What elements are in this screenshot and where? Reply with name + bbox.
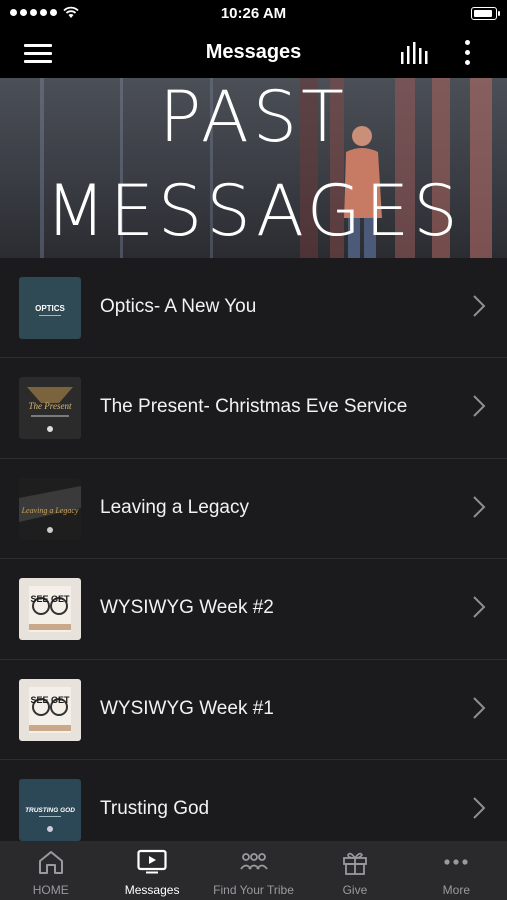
status-bar: 10:26 AM — [0, 0, 507, 28]
chevron-right-icon — [473, 496, 486, 518]
tab-messages[interactable]: Messages — [101, 841, 202, 900]
message-thumbnail: SEE GET — [19, 578, 81, 641]
svg-text:SEE GET: SEE GET — [30, 695, 70, 705]
chevron-right-icon — [473, 596, 486, 618]
message-thumbnail: OPTICS — [19, 277, 81, 339]
message-thumbnail: SEE GET — [19, 678, 81, 741]
message-thumbnail: TRUSTING GOD — [19, 778, 81, 841]
message-title: Leaving a Legacy — [100, 496, 249, 518]
chevron-right-icon — [473, 696, 486, 719]
home-icon — [38, 851, 63, 874]
tab-label: HOME — [32, 883, 69, 897]
message-thumbnail: Leaving a Legacy — [19, 477, 81, 540]
message-list-item[interactable]: SEE GET WYSIWYG Week #1 — [0, 659, 507, 760]
message-list-item[interactable]: The Present The Present- Christmas Eve S… — [0, 358, 507, 459]
svg-text:OPTICS: OPTICS — [35, 304, 65, 313]
banner-title-line2: MESSAGES — [45, 170, 462, 252]
group-icon — [239, 853, 268, 870]
svg-text:TRUSTING GOD: TRUSTING GOD — [25, 807, 75, 814]
svg-text:The Present: The Present — [29, 401, 72, 411]
audio-bars-icon[interactable] — [400, 42, 430, 64]
message-list-item[interactable]: Leaving a Legacy Leaving a Legacy — [0, 458, 507, 560]
tab-label: Messages — [124, 883, 180, 897]
status-time: 10:26 AM — [220, 5, 287, 22]
chevron-right-icon — [473, 797, 486, 819]
message-title: The Present- Christmas Eve Service — [100, 396, 408, 418]
message-title: WYSIWYG Week #1 — [100, 697, 274, 719]
navigation-bar: Messages — [0, 28, 507, 78]
past-messages-banner: PAST MESSAGES — [0, 78, 507, 258]
tab-home[interactable]: HOME — [0, 841, 101, 900]
tab-find-your-tribe[interactable]: Find Your Tribe — [203, 841, 304, 900]
tab-label: More — [442, 883, 470, 897]
tv-play-icon — [137, 849, 167, 874]
chevron-right-icon — [473, 295, 486, 317]
message-title: Trusting God — [100, 797, 210, 819]
message-list: OPTICS Optics- A New You The Present The… — [0, 258, 507, 841]
message-list-item[interactable]: TRUSTING GOD Trusting God — [0, 759, 507, 841]
tab-label: Find Your Tribe — [213, 883, 294, 897]
more-dots-icon — [444, 859, 468, 865]
tab-bar: HOME Messages Find Your Tribe Give More — [0, 841, 507, 900]
message-list-item[interactable]: OPTICS Optics- A New You — [0, 258, 507, 359]
svg-text:Leaving a Legacy: Leaving a Legacy — [21, 506, 79, 515]
message-title: Optics- A New You — [100, 296, 257, 317]
gift-icon — [343, 852, 367, 875]
more-options-icon[interactable] — [460, 38, 476, 68]
svg-text:SEE GET: SEE GET — [30, 594, 70, 604]
chevron-right-icon — [473, 395, 486, 418]
tab-label: Give — [342, 883, 368, 897]
battery-icon — [471, 7, 500, 20]
message-title: WYSIWYG Week #2 — [100, 597, 274, 619]
message-list-item[interactable]: SEE GET WYSIWYG Week #2 — [0, 559, 507, 660]
message-thumbnail: The Present — [19, 377, 81, 440]
page-title: Messages — [205, 41, 302, 63]
banner-title-line1: PAST — [159, 78, 348, 158]
tab-more[interactable]: More — [406, 841, 507, 900]
tab-give[interactable]: Give — [304, 841, 405, 900]
